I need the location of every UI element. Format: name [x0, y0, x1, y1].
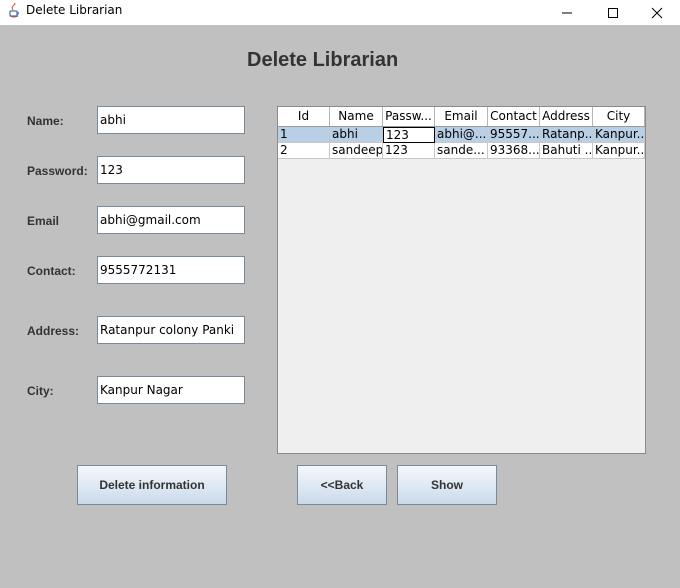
name-label: Name:: [27, 114, 64, 128]
column-header-email[interactable]: Email: [435, 107, 488, 126]
contact-label: Contact:: [27, 264, 76, 278]
table-row[interactable]: 1 abhi 123 abhi@... 95557... Ratanp... K…: [278, 127, 645, 143]
address-field[interactable]: Ratanpur colony Panki: [97, 316, 245, 344]
table-cell[interactable]: abhi: [330, 127, 383, 143]
column-header-name[interactable]: Name: [330, 107, 383, 126]
table-cell[interactable]: 95557...: [488, 127, 540, 143]
column-header-city[interactable]: City: [593, 107, 645, 126]
contact-field[interactable]: 9555772131: [97, 256, 245, 284]
table-cell[interactable]: 1: [278, 127, 330, 143]
table-cell-focused[interactable]: 123: [383, 127, 435, 143]
city-field[interactable]: Kanpur Nagar: [97, 376, 245, 404]
table-cell[interactable]: Bahuti ...: [540, 143, 593, 159]
table-cell[interactable]: abhi@...: [435, 127, 488, 143]
table-cell[interactable]: Ratanp...: [540, 127, 593, 143]
table-header: Id Name Passw... Email Contact Address C…: [278, 107, 645, 127]
close-button[interactable]: [634, 0, 680, 25]
table-cell[interactable]: sande...: [435, 143, 488, 159]
table-cell[interactable]: Kanpur...: [593, 143, 645, 159]
table-row[interactable]: 2 sandeep 123 sande... 93368... Bahuti .…: [278, 143, 645, 159]
back-button[interactable]: <<Back: [297, 465, 387, 505]
password-field[interactable]: 123: [97, 156, 245, 184]
table-cell[interactable]: Kanpur...: [593, 127, 645, 143]
email-label: Email: [27, 214, 60, 228]
minimize-icon: [562, 12, 572, 13]
table-cell[interactable]: 93368...: [488, 143, 540, 159]
delete-information-button[interactable]: Delete information: [77, 465, 227, 505]
title-bar: Delete Librarian: [0, 0, 680, 25]
table-cell[interactable]: 2: [278, 143, 330, 159]
close-icon: [651, 7, 663, 18]
show-button[interactable]: Show: [397, 465, 497, 505]
table-cell[interactable]: 123: [383, 143, 435, 159]
librarian-table[interactable]: Id Name Passw... Email Contact Address C…: [277, 106, 646, 454]
city-label: City:: [27, 384, 54, 398]
java-app-icon: [9, 3, 19, 18]
minimize-button[interactable]: [544, 0, 590, 25]
password-label: Password:: [27, 164, 88, 178]
table-cell[interactable]: sandeep: [330, 143, 383, 159]
page-title: Delete Librarian: [247, 49, 399, 71]
maximize-button[interactable]: [590, 0, 636, 25]
window-title: Delete Librarian: [26, 3, 123, 17]
email-field[interactable]: abhi@gmail.com: [97, 206, 245, 234]
column-header-password[interactable]: Passw...: [383, 107, 435, 126]
address-label: Address:: [27, 324, 80, 338]
column-header-address[interactable]: Address: [540, 107, 593, 126]
maximize-icon: [608, 7, 618, 18]
column-header-contact[interactable]: Contact: [488, 107, 540, 126]
name-field[interactable]: abhi: [97, 106, 245, 134]
column-header-id[interactable]: Id: [278, 107, 330, 126]
